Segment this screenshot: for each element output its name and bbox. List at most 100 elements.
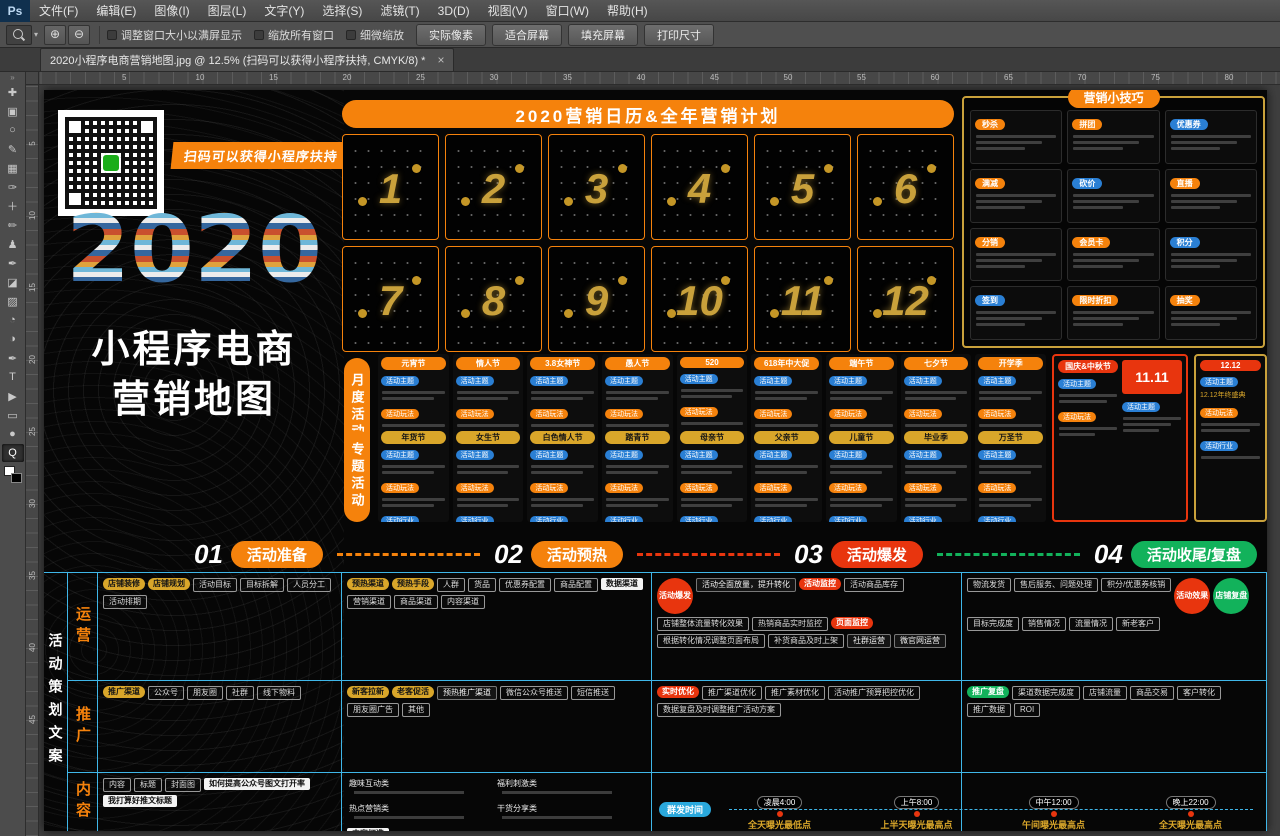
options-button[interactable]: 填充屏幕 bbox=[568, 24, 638, 46]
menu-item[interactable]: 帮助(H) bbox=[598, 0, 657, 22]
options-button[interactable]: 实际像素 bbox=[416, 24, 486, 46]
type-tool[interactable]: T bbox=[2, 368, 24, 386]
timeline-dot bbox=[1188, 811, 1194, 817]
options-button[interactable]: 适合屏幕 bbox=[492, 24, 562, 46]
healing-brush-tool[interactable]: ＋ bbox=[2, 197, 24, 215]
activity-card-title: 毕业季 bbox=[904, 431, 969, 444]
placeholder-line bbox=[976, 147, 1025, 150]
flow-node: 预热推广渠道 bbox=[437, 686, 497, 700]
flow-node: 我打算好推文标题 bbox=[103, 795, 177, 807]
placeholder-line bbox=[1073, 253, 1153, 256]
menu-item[interactable]: 滤镜(T) bbox=[371, 0, 428, 22]
placeholder-line bbox=[606, 471, 658, 474]
calendar-month-10: 10 bbox=[651, 246, 748, 352]
ruler-number: 20 bbox=[343, 73, 352, 82]
ruler-number: 10 bbox=[196, 73, 205, 82]
flow-node: 短信推送 bbox=[571, 686, 615, 700]
chevron-down-icon[interactable]: ▾ bbox=[34, 30, 38, 39]
activity-card-title: 父亲节 bbox=[754, 431, 819, 444]
background-color-swatch[interactable] bbox=[11, 473, 22, 483]
placeholder-line bbox=[606, 391, 669, 394]
placeholder-line bbox=[1073, 147, 1122, 150]
tip-card: 抽奖 bbox=[1165, 286, 1257, 340]
activity-card: 女生节活动主题活动玩法活动行业 bbox=[453, 428, 524, 522]
blur-tool[interactable]: ◔ bbox=[2, 311, 24, 329]
menu-item[interactable]: 文字(Y) bbox=[255, 0, 313, 22]
activity-tag: 活动玩法 bbox=[381, 483, 419, 493]
phase-label: 活动预热 bbox=[531, 541, 623, 568]
menu-item[interactable]: 图层(L) bbox=[199, 0, 256, 22]
timeline-caption: 全天曝光最高点 bbox=[1122, 818, 1259, 831]
hand-tool[interactable]: ● bbox=[2, 425, 24, 443]
checkbox-box[interactable] bbox=[107, 30, 117, 40]
menu-item[interactable]: 选择(S) bbox=[313, 0, 371, 22]
placeholder-line bbox=[976, 317, 1042, 320]
option-checkbox[interactable]: 缩放所有窗口 bbox=[254, 27, 334, 43]
ruler-number: 5 bbox=[122, 73, 126, 82]
option-checkbox[interactable]: 调整窗口大小以满屏显示 bbox=[107, 27, 242, 43]
eraser-tool[interactable]: ◪ bbox=[2, 273, 24, 291]
activity-card-title: 女生节 bbox=[456, 431, 521, 444]
zoom-in-button[interactable]: ⊕ bbox=[44, 25, 66, 45]
flow-node: 人群 bbox=[437, 578, 465, 592]
flow-node: 店铺整体流量转化效果 bbox=[657, 617, 749, 631]
menu-item[interactable]: 图像(I) bbox=[145, 0, 198, 22]
activity-tag: 活动玩法 bbox=[605, 409, 643, 419]
history-brush-tool[interactable]: ✒ bbox=[2, 254, 24, 272]
menu-item[interactable]: 文件(F) bbox=[30, 0, 87, 22]
checkbox-box[interactable] bbox=[254, 30, 264, 40]
activity-card: 万圣节活动主题活动玩法活动行业 bbox=[975, 428, 1046, 522]
current-tool-preview[interactable] bbox=[6, 25, 32, 45]
marquee-tool[interactable]: ▣ bbox=[2, 102, 24, 120]
gradient-tool[interactable]: ▨ bbox=[2, 292, 24, 310]
calendar-month-3: 3 bbox=[548, 134, 645, 240]
document-tab[interactable]: 2020小程序电商营销地图.jpg @ 12.5% (扫码可以获得小程序扶持, … bbox=[40, 48, 454, 71]
placeholder-line bbox=[979, 504, 1031, 507]
placeholder-line bbox=[1171, 317, 1237, 320]
placeholder-line bbox=[681, 498, 744, 501]
toolbar-collapse-icon[interactable]: » bbox=[0, 73, 25, 82]
activity-tag: 活动主题 bbox=[381, 376, 419, 386]
brush-tool[interactable]: ✏ bbox=[2, 216, 24, 234]
options-button[interactable]: 打印尺寸 bbox=[644, 24, 714, 46]
placeholder-line bbox=[606, 465, 669, 468]
placeholder-line bbox=[755, 504, 807, 507]
checkbox-box[interactable] bbox=[346, 30, 356, 40]
shape-tool[interactable]: ▭ bbox=[2, 406, 24, 424]
path-selection-tool[interactable]: ▶ bbox=[2, 387, 24, 405]
quick-selection-tool[interactable]: ✎ bbox=[2, 140, 24, 158]
placeholder-line bbox=[1073, 323, 1122, 326]
option-checkbox[interactable]: 细微缩放 bbox=[346, 27, 404, 43]
placeholder-line bbox=[1059, 433, 1095, 436]
menu-item[interactable]: 窗口(W) bbox=[537, 0, 598, 22]
placeholder-line bbox=[382, 471, 434, 474]
menu-item[interactable]: 编辑(E) bbox=[87, 0, 145, 22]
eyedropper-tool[interactable]: ✑ bbox=[2, 178, 24, 196]
flow-node: 微官网运营 bbox=[894, 634, 946, 648]
activity-tag: 活动主题 bbox=[1058, 379, 1096, 389]
activity-tag: 活动行业 bbox=[530, 516, 568, 522]
lasso-tool[interactable]: ○ bbox=[2, 121, 24, 139]
dodge-tool[interactable]: ◑ bbox=[2, 330, 24, 348]
zoom-tool[interactable]: Q bbox=[2, 444, 24, 462]
placeholder-line bbox=[976, 200, 1042, 203]
zoom-out-button[interactable]: ⊖ bbox=[68, 25, 90, 45]
tip-card: 砍价 bbox=[1067, 169, 1159, 223]
activity-tag: 活动主题 bbox=[829, 450, 867, 460]
placeholder-line bbox=[905, 391, 968, 394]
placeholder-line bbox=[1201, 423, 1260, 426]
clone-stamp-tool[interactable]: ♟ bbox=[2, 235, 24, 253]
menu-item[interactable]: 3D(D) bbox=[429, 0, 479, 22]
placeholder-line bbox=[830, 391, 893, 394]
color-swatches[interactable] bbox=[4, 466, 22, 483]
menu-item[interactable]: 视图(V) bbox=[479, 0, 537, 22]
activity-tag: 活动行业 bbox=[1200, 441, 1238, 451]
close-icon[interactable]: × bbox=[437, 53, 444, 67]
tip-title: 拼团 bbox=[1072, 119, 1102, 130]
row-label-1: 运营 bbox=[68, 573, 98, 681]
flow-node: 货品 bbox=[468, 578, 496, 592]
move-tool[interactable]: ✚ bbox=[2, 83, 24, 101]
canvas-area[interactable]: 扫码可以获得小程序扶持 2020 小程序电商 营销地图 2020营销日历&全年营… bbox=[39, 85, 1280, 836]
pen-tool[interactable]: ✒ bbox=[2, 349, 24, 367]
crop-tool[interactable]: ▦ bbox=[2, 159, 24, 177]
